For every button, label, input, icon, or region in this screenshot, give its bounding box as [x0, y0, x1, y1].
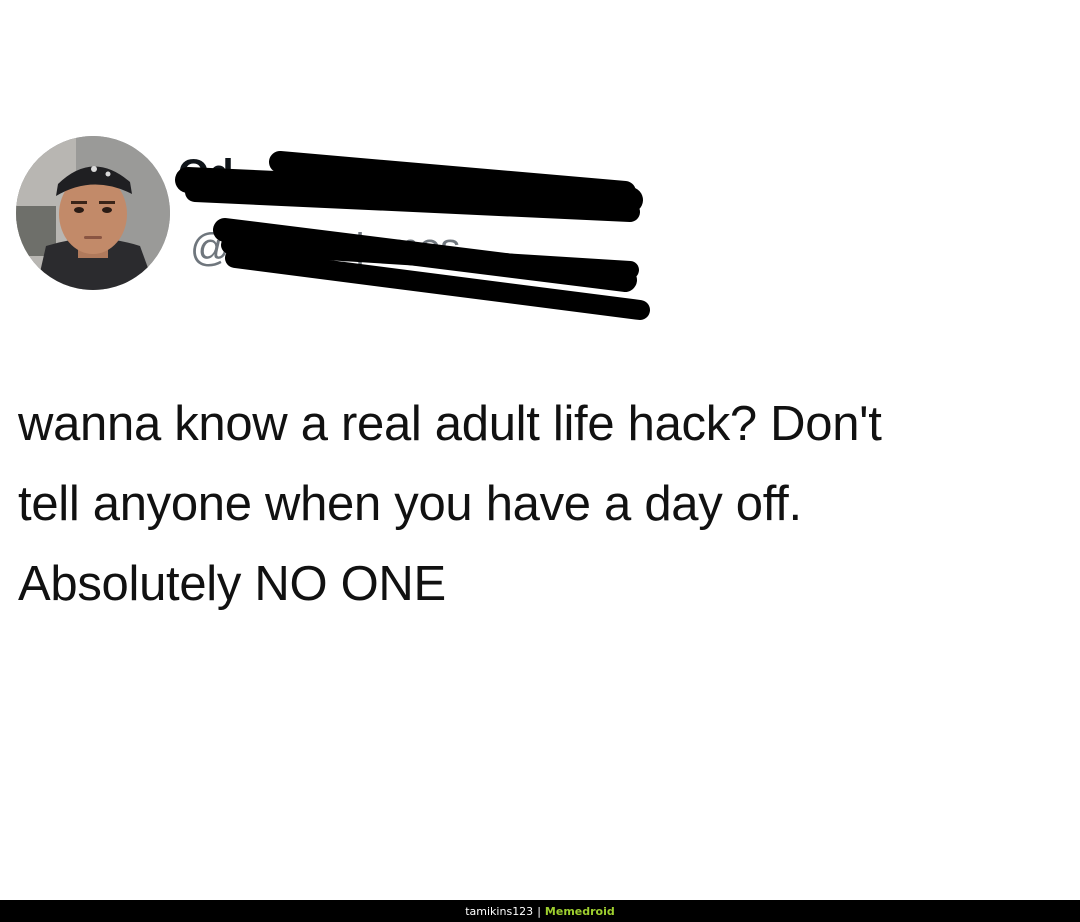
tweet-text-line: tell anyone when you have a day off.	[18, 477, 802, 531]
tweet-text-line: wanna know a real adult life hack? Don't	[18, 397, 882, 451]
display-name[interactable]: Od	[178, 152, 234, 202]
watermark-separator: |	[537, 904, 541, 918]
watermark-username: tamikins123	[465, 904, 534, 918]
avatar[interactable]	[16, 136, 170, 290]
tweet-text-line: Absolutely NO ONE	[18, 557, 446, 611]
profile-photo-icon	[16, 136, 170, 290]
tweet-card: Od @lalandojames wanna know a real adult…	[0, 0, 1080, 900]
watermark-brand: Memedroid	[544, 904, 615, 918]
user-handle[interactable]: @lalandojames	[190, 226, 460, 276]
watermark-bar: tamikins123 | Memedroid	[0, 900, 1080, 922]
tweet-text: wanna know a real adult life hack? Don't…	[18, 384, 1068, 624]
